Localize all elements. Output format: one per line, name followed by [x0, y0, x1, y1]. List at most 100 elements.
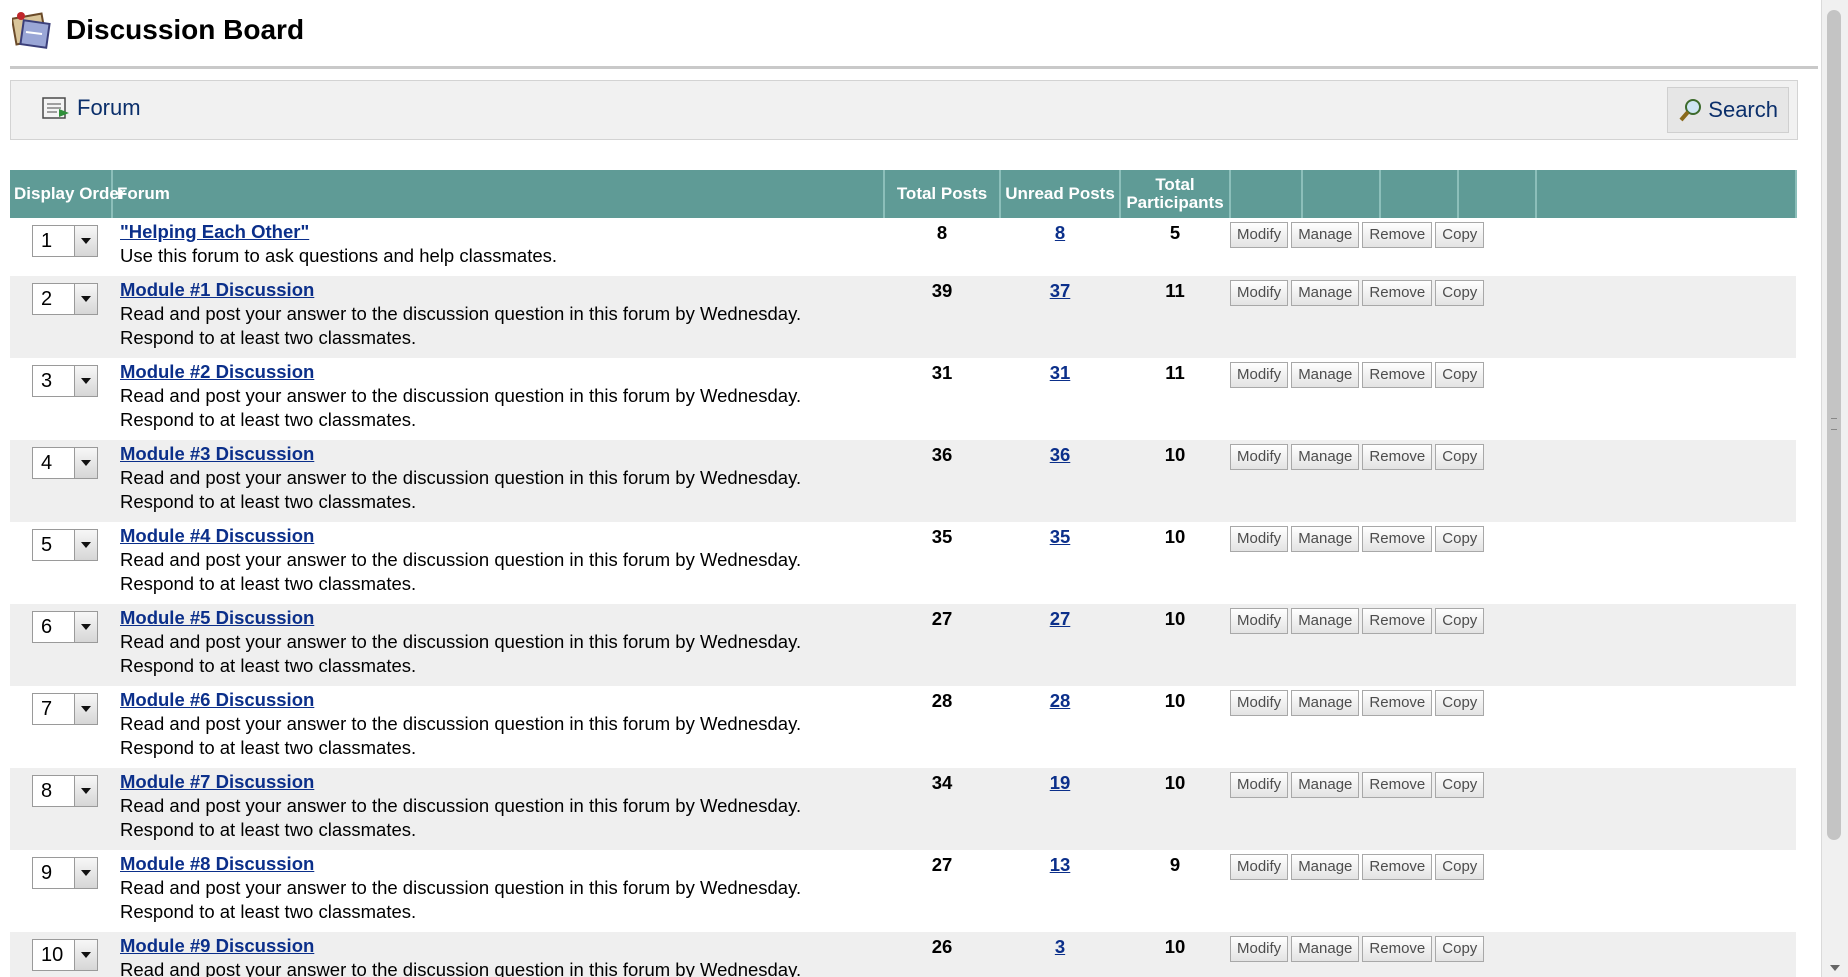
col-unread-posts[interactable]: Unread Posts	[1000, 170, 1121, 218]
forum-description: Read and post your answer to the discuss…	[120, 467, 802, 512]
copy-button[interactable]: Copy	[1435, 444, 1485, 470]
modify-button[interactable]: Modify	[1230, 854, 1289, 880]
total-posts-value: 39	[884, 276, 1000, 358]
modify-button[interactable]: Modify	[1230, 772, 1289, 798]
remove-button[interactable]: Remove	[1362, 854, 1433, 880]
chevron-down-icon[interactable]	[74, 858, 97, 888]
forum-description: Read and post your answer to the discuss…	[120, 631, 802, 676]
modify-button[interactable]: Modify	[1230, 280, 1289, 306]
display-order-select[interactable]: 3	[32, 365, 98, 397]
unread-posts-link[interactable]: 13	[1050, 854, 1071, 875]
unread-posts-link[interactable]: 36	[1050, 444, 1071, 465]
remove-button[interactable]: Remove	[1362, 936, 1433, 962]
display-order-select[interactable]: 7	[32, 693, 98, 725]
modify-button[interactable]: Modify	[1230, 222, 1289, 248]
remove-button[interactable]: Remove	[1362, 444, 1433, 470]
display-order-select[interactable]: 4	[32, 447, 98, 479]
manage-button[interactable]: Manage	[1291, 280, 1360, 306]
chevron-down-icon[interactable]	[74, 694, 97, 724]
unread-posts-link[interactable]: 37	[1050, 280, 1071, 301]
display-order-select[interactable]: 10	[32, 939, 98, 971]
remove-button[interactable]: Remove	[1362, 690, 1433, 716]
copy-button[interactable]: Copy	[1435, 526, 1485, 552]
manage-button[interactable]: Manage	[1291, 526, 1360, 552]
display-order-select[interactable]: 8	[32, 775, 98, 807]
modify-button[interactable]: Modify	[1230, 608, 1289, 634]
search-button[interactable]: Search	[1667, 87, 1789, 133]
unread-posts-link[interactable]: 31	[1050, 362, 1071, 383]
copy-button[interactable]: Copy	[1435, 362, 1485, 388]
manage-button[interactable]: Manage	[1291, 854, 1360, 880]
modify-button[interactable]: Modify	[1230, 936, 1289, 962]
chevron-down-icon[interactable]	[74, 940, 97, 970]
manage-button[interactable]: Manage	[1291, 772, 1360, 798]
unread-posts-link[interactable]: 27	[1050, 608, 1071, 629]
manage-button[interactable]: Manage	[1291, 362, 1360, 388]
copy-button[interactable]: Copy	[1435, 280, 1485, 306]
col-forum[interactable]: Forum	[112, 170, 885, 218]
chevron-down-icon[interactable]	[74, 612, 97, 642]
col-total-posts[interactable]: Total Posts	[884, 170, 1001, 218]
scrollbar-grip-icon	[1831, 418, 1837, 430]
modify-button[interactable]: Modify	[1230, 362, 1289, 388]
forum-name-link[interactable]: Module #6 Discussion	[120, 688, 878, 712]
forum-name-link[interactable]: Module #4 Discussion	[120, 524, 878, 548]
display-order-select[interactable]: 2	[32, 283, 98, 315]
copy-button[interactable]: Copy	[1435, 222, 1485, 248]
manage-button[interactable]: Manage	[1291, 690, 1360, 716]
forum-row: 8 Module #7 Discussion Read and post you…	[10, 768, 1796, 850]
scroll-down-arrow-icon[interactable]	[1830, 965, 1840, 971]
unread-posts-link[interactable]: 8	[1055, 222, 1065, 243]
modify-button[interactable]: Modify	[1230, 690, 1289, 716]
display-order-select[interactable]: 1	[32, 225, 98, 257]
title-bar: Discussion Board	[12, 8, 304, 52]
remove-button[interactable]: Remove	[1362, 222, 1433, 248]
forum-name-link[interactable]: Module #9 Discussion	[120, 934, 878, 958]
chevron-down-icon[interactable]	[74, 366, 97, 396]
remove-button[interactable]: Remove	[1362, 608, 1433, 634]
forum-table: Display Order Forum Total Posts Unread P…	[10, 170, 1797, 977]
forum-name-link[interactable]: Module #2 Discussion	[120, 360, 878, 384]
forum-name-link[interactable]: "Helping Each Other"	[120, 220, 878, 244]
chevron-down-icon[interactable]	[74, 448, 97, 478]
modify-button[interactable]: Modify	[1230, 444, 1289, 470]
forum-name-link[interactable]: Module #7 Discussion	[120, 770, 878, 794]
total-posts-value: 28	[931, 690, 953, 711]
copy-button[interactable]: Copy	[1435, 854, 1485, 880]
forum-link-label: Forum	[77, 95, 141, 120]
remove-button[interactable]: Remove	[1362, 526, 1433, 552]
unread-posts-link[interactable]: 28	[1050, 690, 1071, 711]
chevron-down-icon[interactable]	[74, 284, 97, 314]
chevron-down-icon[interactable]	[74, 776, 97, 806]
chevron-down-icon[interactable]	[74, 226, 97, 256]
chevron-down-icon[interactable]	[74, 530, 97, 560]
modify-button[interactable]: Modify	[1230, 526, 1289, 552]
remove-button[interactable]: Remove	[1362, 280, 1433, 306]
col-copy	[1458, 170, 1537, 218]
manage-button[interactable]: Manage	[1291, 936, 1360, 962]
col-display-order[interactable]: Display Order	[10, 170, 126, 218]
vertical-scrollbar[interactable]	[1821, 0, 1848, 977]
copy-button[interactable]: Copy	[1435, 936, 1485, 962]
remove-button[interactable]: Remove	[1362, 772, 1433, 798]
display-order-select[interactable]: 5	[32, 529, 98, 561]
unread-posts-link[interactable]: 35	[1050, 526, 1071, 547]
forum-name-link[interactable]: Module #3 Discussion	[120, 442, 878, 466]
display-order-select[interactable]: 6	[32, 611, 98, 643]
manage-button[interactable]: Manage	[1291, 608, 1360, 634]
forum-name-link[interactable]: Module #1 Discussion	[120, 278, 878, 302]
copy-button[interactable]: Copy	[1435, 608, 1485, 634]
col-total-participants[interactable]: Total Participants	[1120, 170, 1231, 218]
forum-name-link[interactable]: Module #8 Discussion	[120, 852, 878, 876]
unread-posts-link[interactable]: 3	[1055, 936, 1065, 957]
forum-description: Read and post your answer to the discuss…	[120, 549, 802, 594]
remove-button[interactable]: Remove	[1362, 362, 1433, 388]
forum-name-link[interactable]: Module #5 Discussion	[120, 606, 878, 630]
copy-button[interactable]: Copy	[1435, 690, 1485, 716]
add-forum-button[interactable]: Forum	[41, 95, 141, 121]
manage-button[interactable]: Manage	[1291, 444, 1360, 470]
manage-button[interactable]: Manage	[1291, 222, 1360, 248]
unread-posts-link[interactable]: 19	[1050, 772, 1071, 793]
display-order-select[interactable]: 9	[32, 857, 98, 889]
copy-button[interactable]: Copy	[1435, 772, 1485, 798]
